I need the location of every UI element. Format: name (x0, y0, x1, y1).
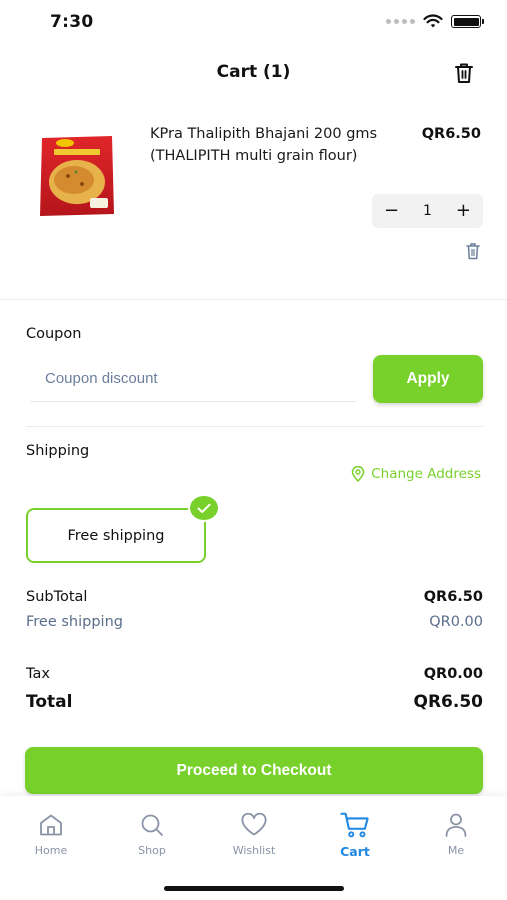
location-pin-icon (351, 466, 365, 482)
battery-icon (451, 15, 484, 28)
tab-label: Me (447, 844, 465, 857)
tab-wishlist[interactable]: Wishlist (214, 810, 294, 857)
decrement-button[interactable]: − (384, 202, 399, 220)
signal-icon (386, 19, 415, 24)
search-icon (137, 810, 167, 840)
shipping-cost-row: Free shipping QR0.00 (26, 614, 483, 630)
tab-bar: Home Shop Wishlist Cart Me (0, 796, 507, 900)
product-price: QR6.50 (421, 126, 481, 142)
clear-cart-button[interactable] (451, 60, 477, 86)
tab-shop[interactable]: Shop (112, 810, 192, 857)
tab-label: Wishlist (232, 844, 276, 857)
tab-home[interactable]: Home (11, 810, 91, 857)
tab-cart[interactable]: Cart (315, 810, 395, 859)
coupon-label: Coupon (26, 326, 82, 342)
product-name[interactable]: KPra Thalipith Bhajani 200 gms (THALIPIT… (150, 124, 398, 167)
status-time: 7:30 (50, 12, 94, 32)
checkout-button[interactable]: Proceed to Checkout (25, 747, 483, 794)
divider (0, 299, 507, 300)
total-row: Total QR6.50 (26, 692, 483, 712)
status-bar: 7:30 (0, 0, 507, 46)
subtotal-row: SubTotal QR6.50 (26, 589, 483, 605)
user-icon (441, 810, 471, 840)
page-title: Cart (1) (216, 62, 291, 82)
tax-row: Tax QR0.00 (26, 666, 483, 682)
tax-value: QR0.00 (423, 666, 483, 682)
cart-icon (340, 810, 370, 840)
shipping-cost-label: Free shipping (26, 614, 123, 630)
wifi-icon (423, 14, 443, 28)
tab-label: Home (34, 844, 68, 857)
home-icon (36, 810, 66, 840)
change-address-label: Change Address (371, 466, 481, 482)
status-icons (386, 14, 484, 29)
subtotal-value: QR6.50 (423, 589, 483, 605)
heart-icon (239, 810, 269, 840)
subtotal-label: SubTotal (26, 589, 88, 605)
header: Cart (1) (0, 56, 507, 92)
apply-coupon-button[interactable]: Apply (373, 355, 483, 403)
shipping-option-free[interactable]: Free shipping (26, 508, 206, 563)
total-value: QR6.50 (413, 692, 484, 712)
tab-me[interactable]: Me (416, 810, 496, 857)
coupon-input[interactable] (30, 356, 356, 402)
shipping-option-label: Free shipping (67, 527, 165, 544)
trash-icon[interactable] (465, 242, 481, 260)
trash-icon (455, 63, 473, 83)
cart-item: KPra Thalipith Bhajani 200 gms (THALIPIT… (0, 118, 507, 268)
home-indicator (164, 886, 344, 891)
quantity-value: 1 (423, 203, 432, 219)
product-image (40, 136, 114, 216)
tab-label: Shop (138, 844, 166, 857)
shipping-label: Shipping (26, 443, 90, 459)
divider (26, 426, 483, 427)
total-label: Total (26, 692, 73, 712)
change-address-link[interactable]: Change Address (351, 466, 481, 482)
quantity-stepper: − 1 + (372, 194, 483, 228)
shipping-cost-value: QR0.00 (429, 614, 483, 630)
tab-label: Cart (340, 844, 370, 859)
selected-check-icon (188, 494, 220, 522)
tax-label: Tax (26, 666, 50, 682)
increment-button[interactable]: + (456, 202, 471, 220)
